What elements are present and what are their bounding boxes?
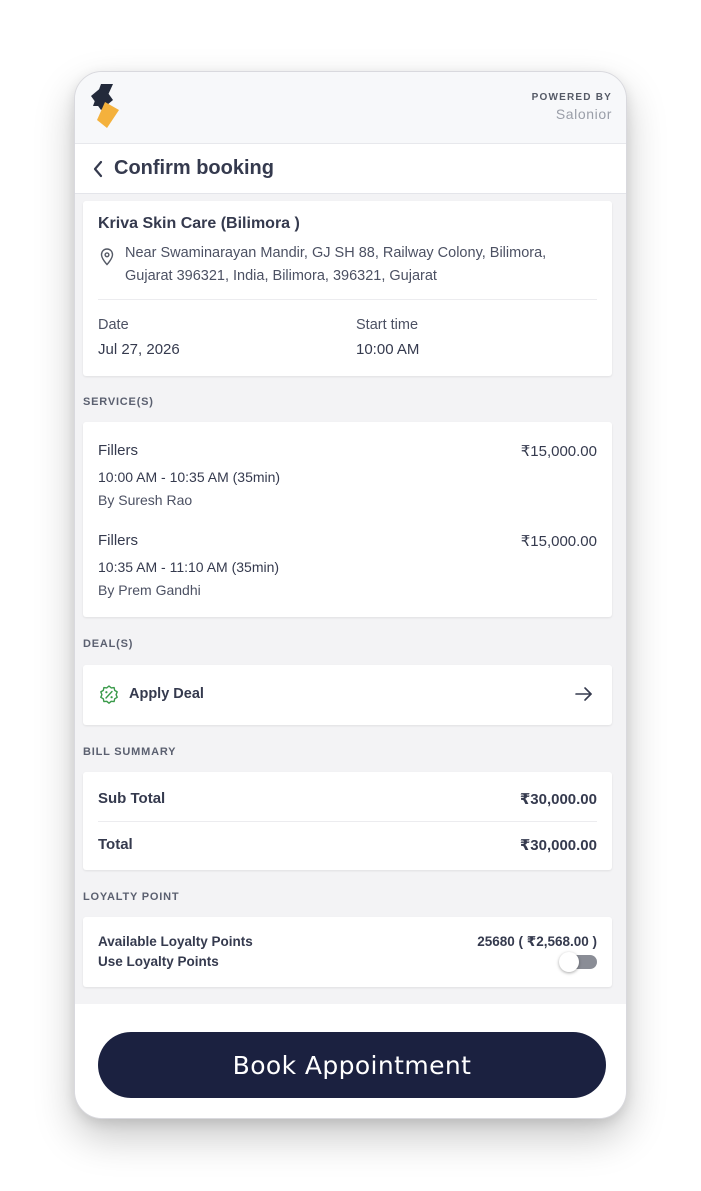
book-appointment-button[interactable]: Book Appointment <box>98 1032 606 1098</box>
salon-name: Kriva Skin Care (Bilimora ) <box>98 215 300 232</box>
service-staff: By Suresh Rao <box>98 492 193 508</box>
subtotal-value: ₹30,000.00 <box>519 791 597 808</box>
nav-bar: Confirm booking <box>75 144 626 194</box>
subtotal-label: Sub Total <box>98 790 166 807</box>
available-points-label: Available Loyalty Points <box>98 934 253 949</box>
powered-by-label: POWERED BY <box>531 92 612 103</box>
footer: Book Appointment <box>75 1004 626 1118</box>
back-button[interactable] <box>87 158 109 180</box>
bill-summary-card: Sub Total ₹30,000.00 Total ₹30,000.00 <box>83 772 612 870</box>
total-label: Total <box>98 836 133 853</box>
page-title: Confirm booking <box>114 157 274 179</box>
service-price: ₹15,000.00 <box>520 533 597 550</box>
powered-by-brand: Salonior <box>555 106 612 122</box>
services-heading: SERVICE(S) <box>83 396 154 408</box>
start-time-value: 10:00 AM <box>356 341 420 358</box>
booking-info-card: Kriva Skin Care (Bilimora ) Near Swamina… <box>83 201 612 376</box>
divider <box>98 821 597 822</box>
service-staff: By Prem Gandhi <box>98 582 201 598</box>
salon-address: Near Swaminarayan Mandir, GJ SH 88, Rail… <box>125 245 547 284</box>
service-name: Fillers <box>98 442 138 459</box>
total-value: ₹30,000.00 <box>519 837 597 854</box>
location-pin-icon <box>100 248 114 266</box>
use-points-label: Use Loyalty Points <box>98 954 219 969</box>
loyalty-heading: LOYALTY POINT <box>83 891 180 903</box>
service-price: ₹15,000.00 <box>520 443 597 460</box>
service-time: 10:00 AM - 10:35 AM (35min) <box>98 469 281 485</box>
date-value: Jul 27, 2026 <box>98 341 180 358</box>
date-label: Date <box>98 317 129 333</box>
salon-logo-icon <box>91 84 119 128</box>
top-bar: POWERED BY Salonior <box>75 72 626 144</box>
service-time: 10:35 AM - 11:10 AM (35min) <box>98 559 280 575</box>
apply-deal-label: Apply Deal <box>129 686 204 702</box>
powered-by: POWERED BY Salonior <box>532 92 612 122</box>
divider <box>98 299 597 300</box>
available-points-value: 25680 ( ₹2,568.00 ) <box>477 934 597 949</box>
services-card: Fillers ₹15,000.00 10:00 AM - 10:35 AM (… <box>83 422 612 617</box>
bill-summary-heading: BILL SUMMARY <box>83 746 177 758</box>
arrow-right-icon <box>575 687 592 701</box>
discount-badge-icon <box>100 685 118 704</box>
use-loyalty-points-toggle[interactable] <box>559 952 597 972</box>
chevron-left-icon <box>93 160 103 178</box>
service-name: Fillers <box>98 532 138 549</box>
phone-frame: POWERED BY Salonior Confirm booking Kriv… <box>74 71 627 1119</box>
toggle-knob <box>559 952 579 972</box>
loyalty-card: Available Loyalty Points 25680 ( ₹2,568.… <box>83 917 612 987</box>
deals-heading: DEAL(S) <box>83 638 134 650</box>
apply-deal-row[interactable]: Apply Deal <box>83 665 612 725</box>
start-time-label: Start time <box>356 317 419 333</box>
